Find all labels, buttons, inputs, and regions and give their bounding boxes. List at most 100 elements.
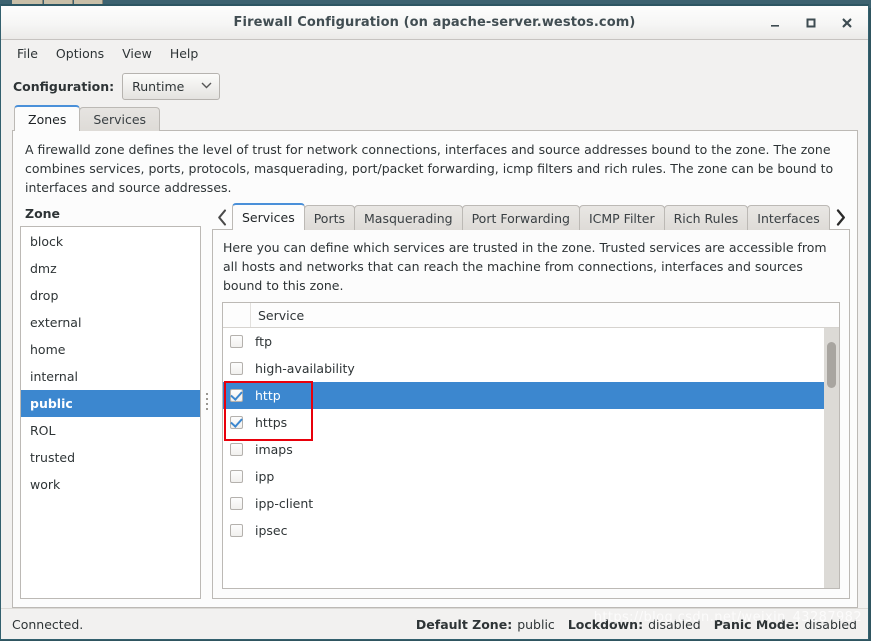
connection-status: Connected. (12, 616, 84, 632)
service-checkbox-cell[interactable] (223, 470, 250, 483)
zone-list-item-drop[interactable]: drop (21, 282, 200, 309)
configuration-selected-value: Runtime (132, 79, 185, 94)
checkbox-checked-icon[interactable] (230, 416, 243, 429)
service-list-scrollbar[interactable] (824, 328, 839, 588)
service-column-header: Service (258, 307, 305, 323)
window-titlebar: Firewall Configuration (on apache-server… (1, 6, 868, 40)
checkbox-icon[interactable] (230, 470, 243, 483)
subtab-icmp-filter[interactable]: ICMP Filter (578, 205, 665, 230)
service-table-header: Service (223, 303, 839, 328)
firewall-configuration-window: Firewall Configuration (on apache-server… (0, 4, 869, 640)
chevron-down-icon (201, 82, 212, 92)
lockdown-label: Lockdown: (567, 616, 644, 632)
service-name: ipsec (255, 523, 288, 538)
subtab-interfaces[interactable]: Interfaces (747, 205, 830, 230)
lockdown-value: disabled (648, 616, 701, 632)
table-row[interactable]: ipp (223, 463, 824, 490)
configuration-select[interactable]: Runtime (122, 73, 221, 100)
service-checkbox-cell[interactable] (223, 524, 250, 537)
service-name: imaps (255, 442, 293, 457)
zone-list-item-block[interactable]: block (21, 228, 200, 255)
menubar: File Options View Help (1, 40, 868, 67)
sub-tab-list: Services Ports Masquerading Port Forward… (232, 203, 830, 230)
table-row[interactable]: ipsec (223, 517, 824, 544)
zones-tab-panel: A firewalld zone defines the level of tr… (12, 130, 858, 608)
zone-description-text: A firewalld zone defines the level of tr… (25, 142, 834, 195)
zone-list[interactable]: block dmz drop external home internal pu… (20, 226, 201, 599)
service-checkbox-cell[interactable] (223, 416, 250, 429)
subtab-rich-rules[interactable]: Rich Rules (663, 205, 749, 230)
service-checkbox-cell[interactable] (223, 335, 250, 348)
service-checkbox-cell[interactable] (223, 443, 250, 456)
zone-list-item-external[interactable]: external (21, 309, 200, 336)
subtab-port-forwarding[interactable]: Port Forwarding (461, 205, 580, 230)
tab-zones[interactable]: Zones (14, 105, 81, 131)
menu-item-file[interactable]: File (8, 43, 47, 64)
table-row[interactable]: http (223, 382, 824, 409)
menu-item-help[interactable]: Help (161, 43, 208, 64)
table-row[interactable]: high-availability (223, 355, 824, 382)
panic-mode-value: disabled (804, 616, 857, 632)
zone-list-item-home[interactable]: home (21, 336, 200, 363)
table-row[interactable]: ipp-client (223, 490, 824, 517)
subtab-services[interactable]: Services (232, 203, 305, 230)
scrollbar-thumb[interactable] (827, 342, 836, 388)
close-button[interactable] (836, 12, 858, 34)
checkbox-icon[interactable] (230, 524, 243, 537)
service-header-checkbox-cell (223, 303, 251, 327)
service-rows-clip: ftp high-availability http https imaps i… (223, 328, 839, 588)
zones-split-container: Zone block dmz drop external home intern… (13, 203, 857, 607)
subtab-ports[interactable]: Ports (303, 205, 356, 230)
default-zone-value: public (517, 616, 555, 632)
minimize-button[interactable] (764, 12, 786, 34)
window-controls (764, 6, 858, 39)
tab-scroll-left-icon[interactable] (212, 204, 232, 230)
services-subtab-panel: Here you can define which services are t… (212, 229, 850, 599)
table-row[interactable]: https (223, 409, 824, 436)
service-description-text: Here you can define which services are t… (223, 240, 827, 293)
zone-detail-pane: Services Ports Masquerading Port Forward… (212, 203, 850, 599)
service-name: http (255, 388, 281, 403)
checkbox-icon[interactable] (230, 335, 243, 348)
checkbox-checked-icon[interactable] (230, 389, 243, 402)
splitter-grip-icon (205, 392, 208, 410)
configuration-label: Configuration: (13, 79, 115, 94)
zone-list-item-public[interactable]: public (21, 390, 200, 417)
zone-list-item-internal[interactable]: internal (21, 363, 200, 390)
table-row[interactable]: ftp (223, 328, 824, 355)
configuration-row: Configuration: Runtime (1, 67, 868, 106)
pane-splitter-handle[interactable] (201, 203, 212, 599)
service-checkbox-cell[interactable] (223, 389, 250, 402)
service-checkbox-cell[interactable] (223, 362, 250, 375)
subtab-masquerading[interactable]: Masquerading (354, 205, 463, 230)
primary-tab-strip: Zones Services (1, 105, 868, 131)
zone-pane: Zone block dmz drop external home intern… (20, 203, 201, 599)
default-zone-label: Default Zone: (415, 616, 513, 632)
service-name: ipp-client (255, 496, 314, 511)
zone-list-item-rol[interactable]: ROL (21, 417, 200, 444)
maximize-button[interactable] (800, 12, 822, 34)
sub-tab-strip: Services Ports Masquerading Port Forward… (212, 203, 850, 230)
service-name: ftp (255, 334, 273, 349)
service-name: high-availability (255, 361, 355, 376)
zone-list-item-trusted[interactable]: trusted (21, 444, 200, 471)
zone-list-item-dmz[interactable]: dmz (21, 255, 200, 282)
zone-list-item-work[interactable]: work (21, 471, 200, 498)
checkbox-icon[interactable] (230, 497, 243, 510)
window-title: Firewall Configuration (on apache-server… (233, 15, 636, 30)
checkbox-icon[interactable] (230, 443, 243, 456)
statusbar-summary: Default Zone: public Lockdown: disabled … (416, 617, 857, 632)
zone-list-heading: Zone (25, 206, 61, 221)
tab-services-top[interactable]: Services (79, 107, 161, 131)
service-name: https (255, 415, 288, 430)
menu-item-view[interactable]: View (113, 43, 161, 64)
service-checkbox-cell[interactable] (223, 497, 250, 510)
panic-mode-label: Panic Mode: (713, 616, 800, 632)
checkbox-icon[interactable] (230, 362, 243, 375)
service-name: ipp (255, 469, 275, 484)
menu-item-options[interactable]: Options (47, 43, 113, 64)
statusbar: Connected. Default Zone: public Lockdown… (1, 608, 868, 639)
tab-scroll-right-icon[interactable] (830, 204, 850, 230)
table-row[interactable]: imaps (223, 436, 824, 463)
service-table: Service ftp high-availability http https… (222, 302, 840, 589)
